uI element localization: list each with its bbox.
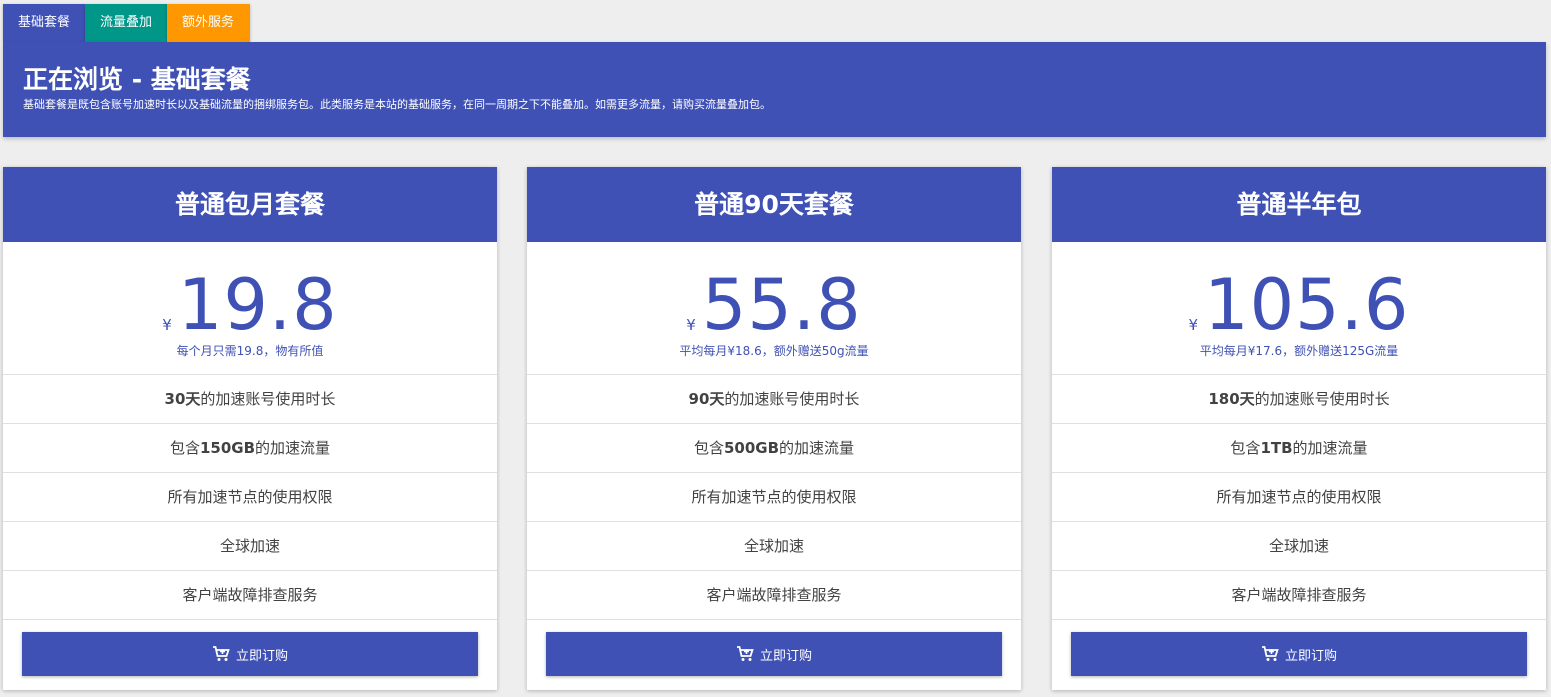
feature-duration: 90天的加速账号使用时长	[527, 375, 1021, 424]
currency-symbol: ¥	[162, 316, 172, 334]
package-tabs: 基础套餐 流量叠加 额外服务	[3, 4, 250, 42]
price: ¥55.8	[527, 270, 1021, 340]
price-value: 105.6	[1204, 264, 1410, 346]
feature-global: 全球加速	[1052, 522, 1546, 571]
tab-basic-package[interactable]: 基础套餐	[3, 4, 85, 42]
order-button-label: 立即订购	[235, 648, 288, 664]
price-block: ¥19.8 每个月只需19.8，物有所值	[3, 242, 497, 375]
feature-duration: 30天的加速账号使用时长	[3, 375, 497, 424]
price-value: 19.8	[177, 264, 338, 346]
feature-nodes: 所有加速节点的使用权限	[3, 473, 497, 522]
plan-card-90days: 普通90天套餐 ¥55.8 平均每月¥18.6，额外赠送50g流量 90天的加速…	[527, 167, 1021, 690]
cart-icon	[212, 646, 230, 661]
price-note: 平均每月¥17.6，额外赠送125G流量	[1199, 344, 1399, 358]
order-button-label: 立即订购	[1284, 648, 1337, 664]
currency-symbol: ¥	[686, 316, 696, 334]
feature-duration: 180天的加速账号使用时长	[1052, 375, 1546, 424]
page-description: 基础套餐是既包含账号加速时长以及基础流量的捆绑服务包。此类服务是本站的基础服务，…	[23, 98, 771, 111]
cart-icon	[1261, 646, 1279, 661]
feature-nodes: 所有加速节点的使用权限	[527, 473, 1021, 522]
price-note: 平均每月¥18.6，额外赠送50g流量	[679, 344, 869, 358]
order-button[interactable]: 立即订购	[546, 632, 1002, 676]
feature-support: 客户端故障排查服务	[527, 571, 1021, 620]
feature-global: 全球加速	[3, 522, 497, 571]
plan-name: 普通包月套餐	[3, 167, 497, 242]
plan-card-halfyear: 普通半年包 ¥105.6 平均每月¥17.6，额外赠送125G流量 180天的加…	[1052, 167, 1546, 690]
order-button[interactable]: 立即订购	[22, 632, 478, 676]
tab-traffic-addon[interactable]: 流量叠加	[85, 4, 167, 42]
price: ¥105.6	[1052, 270, 1546, 340]
browsing-banner: 正在浏览 - 基础套餐 基础套餐是既包含账号加速时长以及基础流量的捆绑服务包。此…	[3, 42, 1546, 137]
price-note: 每个月只需19.8，物有所值	[176, 344, 324, 358]
cart-icon	[736, 646, 754, 661]
feature-global: 全球加速	[527, 522, 1021, 571]
order-button[interactable]: 立即订购	[1071, 632, 1527, 676]
feature-traffic: 包含500GB的加速流量	[527, 424, 1021, 473]
price-block: ¥105.6 平均每月¥17.6，额外赠送125G流量	[1052, 242, 1546, 375]
plan-name: 普通半年包	[1052, 167, 1546, 242]
feature-support: 客户端故障排查服务	[1052, 571, 1546, 620]
tab-extra-services[interactable]: 额外服务	[167, 4, 250, 42]
plan-name: 普通90天套餐	[527, 167, 1021, 242]
feature-nodes: 所有加速节点的使用权限	[1052, 473, 1546, 522]
price-block: ¥55.8 平均每月¥18.6，额外赠送50g流量	[527, 242, 1021, 375]
plan-card-monthly: 普通包月套餐 ¥19.8 每个月只需19.8，物有所值 30天的加速账号使用时长…	[3, 167, 497, 690]
currency-symbol: ¥	[1188, 316, 1199, 334]
price-value: 55.8	[701, 264, 862, 346]
page-title: 正在浏览 - 基础套餐	[23, 65, 251, 94]
order-button-label: 立即订购	[759, 648, 812, 664]
feature-traffic: 包含150GB的加速流量	[3, 424, 497, 473]
feature-traffic: 包含1TB的加速流量	[1052, 424, 1546, 473]
feature-support: 客户端故障排查服务	[3, 571, 497, 620]
price: ¥19.8	[3, 270, 497, 340]
